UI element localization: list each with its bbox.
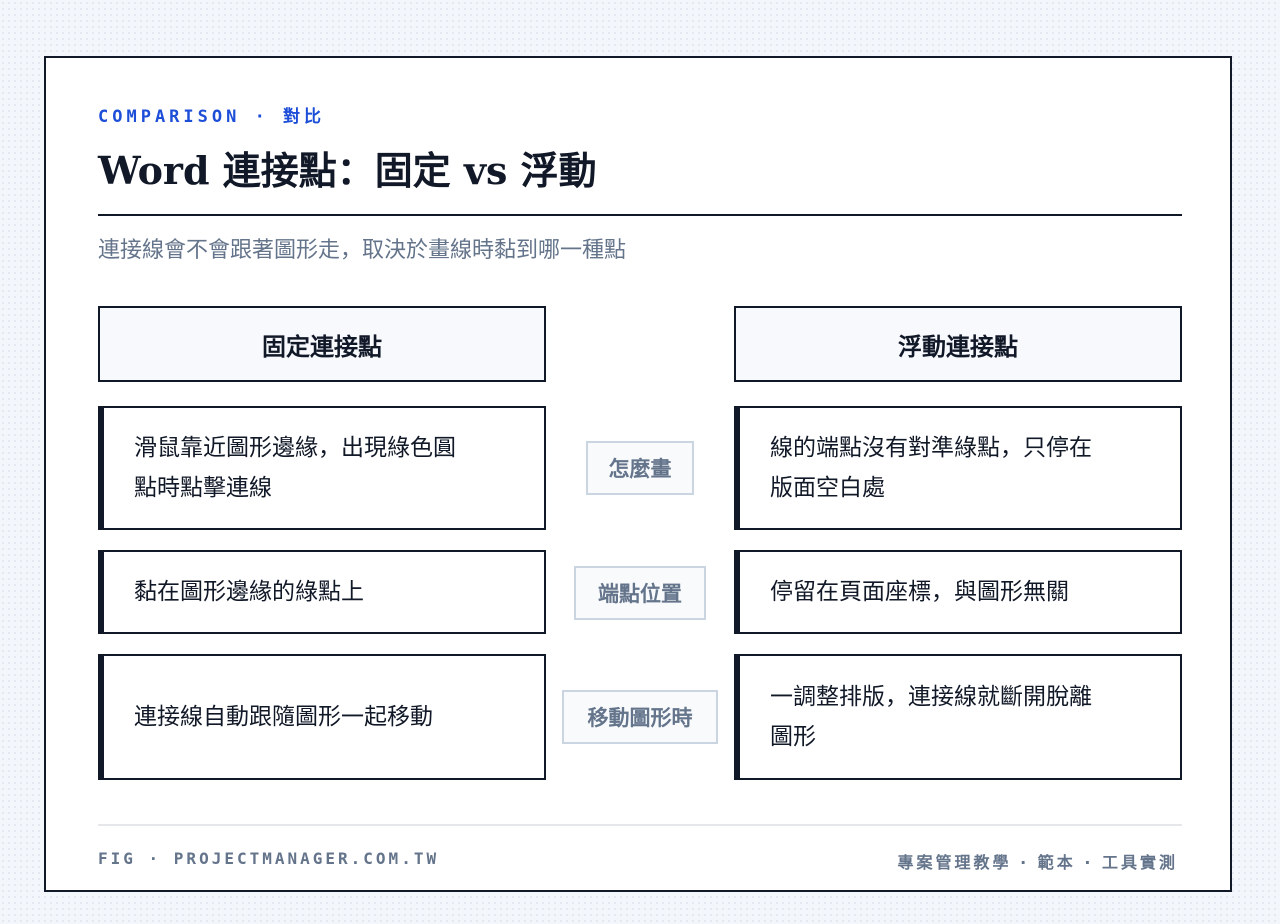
fixed-how-to-draw-cell: 滑鼠靠近圖形邊緣，出現綠色圓 點時點擊連線 (98, 406, 546, 530)
cell-line: 連接線自動跟隨圖形一起移動 (134, 704, 433, 730)
page-title: Word 連接點：固定 vs 浮動 (98, 148, 597, 193)
row-label-how-to-draw: 怎麼畫 (586, 441, 694, 495)
cell-line: 版面空白處 (770, 475, 885, 501)
cell-line: 滑鼠靠近圖形邊緣，出現綠色圓 (134, 435, 456, 461)
row-label-move-shape: 移動圖形時 (562, 690, 718, 744)
floating-endpoint-cell: 停留在頁面座標，與圖形無關 (734, 550, 1182, 634)
cell-line: 線的端點沒有對準綠點，只停在 (770, 435, 1092, 461)
comparison-card: COMPARISON · 對比 Word 連接點：固定 vs 浮動 連接線會不會… (44, 56, 1232, 892)
eyebrow-label: COMPARISON · 對比 (98, 107, 326, 127)
cell-line: 一調整排版，連接線就斷開脫離 (770, 684, 1092, 710)
fixed-move-shape-cell: 連接線自動跟隨圖形一起移動 (98, 654, 546, 780)
floating-move-shape-cell: 一調整排版，連接線就斷開脫離 圖形 (734, 654, 1182, 780)
footer-tags: 專案管理教學 · 範本 · 工具實測 (897, 853, 1178, 872)
cell-line: 停留在頁面座標，與圖形無關 (770, 579, 1069, 605)
column-header-floating: 浮動連接點 (734, 306, 1182, 382)
row-label-endpoint: 端點位置 (574, 566, 706, 620)
cell-line: 點時點擊連線 (134, 475, 272, 501)
subtitle: 連接線會不會跟著圖形走，取決於畫線時黏到哪一種點 (98, 238, 627, 263)
footer-source: FIG · PROJECTMANAGER.COM.TW (98, 849, 440, 868)
floating-how-to-draw-cell: 線的端點沒有對準綠點，只停在 版面空白處 (734, 406, 1182, 530)
fixed-endpoint-cell: 黏在圖形邊緣的綠點上 (98, 550, 546, 634)
column-header-fixed: 固定連接點 (98, 306, 546, 382)
footer-divider (98, 824, 1182, 826)
cell-line: 黏在圖形邊緣的綠點上 (134, 579, 364, 605)
title-divider (98, 214, 1182, 216)
cell-line: 圖形 (770, 724, 816, 750)
